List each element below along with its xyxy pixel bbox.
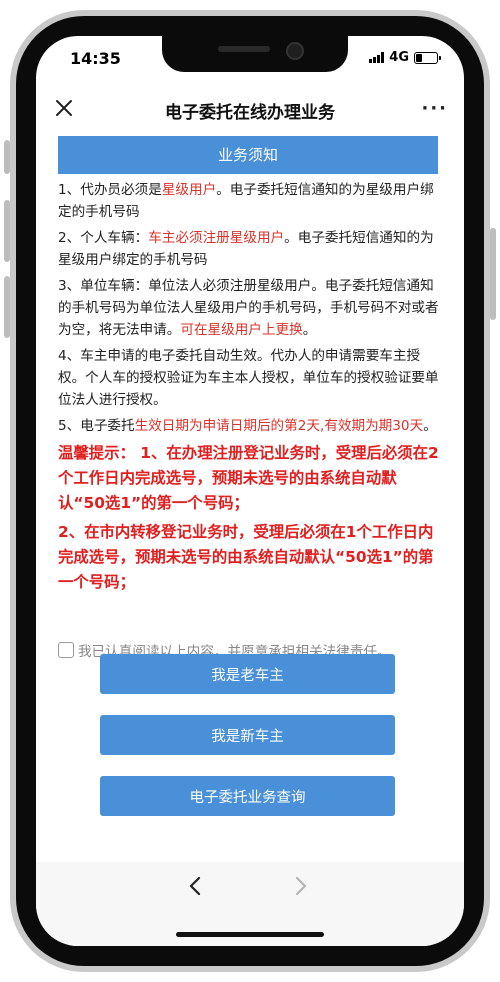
battery-icon bbox=[414, 51, 441, 64]
network-type: 4G bbox=[389, 50, 409, 65]
back-arrow-icon[interactable] bbox=[184, 874, 208, 898]
new-owner-button[interactable]: 我是新车主 bbox=[100, 715, 395, 755]
warning-tip-1: 温馨提示： 1、在办理注册登记业务时，受理后必须在2个工作日内完成选号，预期未选… bbox=[58, 444, 439, 512]
notice-item-1: 1、代办员必须是星级用户。电子委托短信通知的为星级用户绑定的手机号码 bbox=[58, 182, 434, 220]
nav-bar: 电子委托在线办理业务 ··· bbox=[36, 88, 464, 132]
notice-header: 业务须知 bbox=[58, 136, 438, 174]
notice-item-5: 5、电子委托生效日期为申请日期后的第2天,有效期为期30天。 bbox=[58, 418, 437, 434]
notice-item-3: 3、单位车辆：单位法人必须注册星级用户。电子委托短信通知的手机号码为单位法人星级… bbox=[58, 278, 439, 338]
page-title: 电子委托在线办理业务 bbox=[165, 103, 335, 123]
status-time: 14:35 bbox=[70, 49, 121, 68]
old-owner-button[interactable]: 我是老车主 bbox=[100, 654, 395, 694]
side-button-volume-down bbox=[4, 276, 10, 338]
notice-item-4: 4、车主申请的电子委托自动生效。代办人的申请需要车主授权。个人车的授权验证为车主… bbox=[58, 348, 439, 408]
more-menu-icon[interactable]: ··· bbox=[421, 98, 448, 119]
speaker bbox=[218, 46, 270, 52]
home-indicator[interactable] bbox=[176, 932, 324, 937]
side-button-power bbox=[490, 228, 496, 320]
side-button-silent bbox=[4, 140, 10, 174]
front-camera bbox=[286, 42, 304, 60]
warning-tip-2: 2、在市内转移登记业务时，受理后必须在1个工作日内完成选号，预期未选号的由系统自… bbox=[58, 523, 434, 591]
browser-toolbar bbox=[36, 862, 464, 946]
query-button[interactable]: 电子委托业务查询 bbox=[100, 776, 395, 816]
side-button-volume-up bbox=[4, 200, 10, 262]
notch bbox=[162, 36, 348, 72]
screen: 14:35 4G 电子委托在线办理业务 ··· 业务须知 1、代办员必须是星级用… bbox=[36, 36, 464, 946]
notice-content: 1、代办员必须是星级用户。电子委托短信通知的为星级用户绑定的手机号码 2、个人车… bbox=[58, 179, 440, 599]
signal-icon bbox=[369, 52, 385, 63]
status-indicators: 4G bbox=[369, 50, 441, 65]
agreement-checkbox[interactable] bbox=[58, 642, 74, 658]
forward-arrow-icon[interactable] bbox=[288, 874, 312, 898]
notice-item-2: 2、个人车辆：车主必须注册星级用户。电子委托短信通知的为星级用户绑定的手机号码 bbox=[58, 230, 434, 268]
